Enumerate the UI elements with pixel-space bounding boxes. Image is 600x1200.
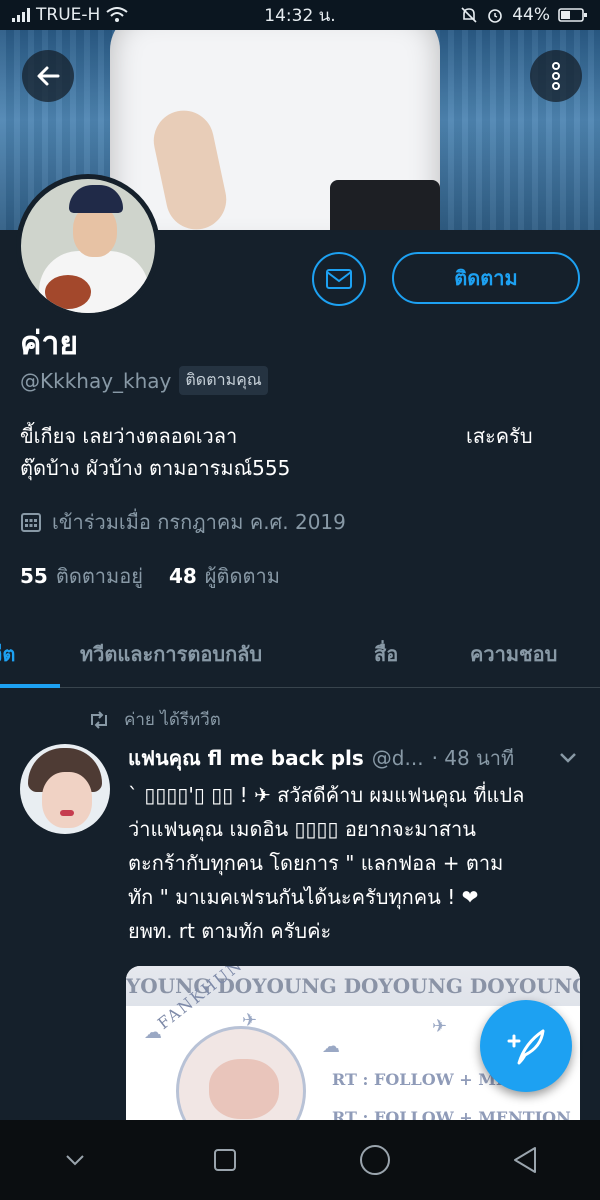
back-arrow-icon <box>37 66 60 86</box>
followers-count: 48 <box>168 564 197 588</box>
tab-likes[interactable]: ความชอบ <box>470 638 557 670</box>
bio-line-1: ขี้เกียจ เลยว่างตลอดเวลา <box>20 424 238 448</box>
nav-recents-icon <box>214 1149 236 1171</box>
tweet-text-line: ยพท. rt ตามทัก ครับค่ะ <box>128 919 332 943</box>
alarm-icon <box>488 9 503 23</box>
status-bar: TRUE-H 14:32 น. 44% <box>0 0 600 30</box>
tweet-time: · 48 นาที <box>431 746 515 770</box>
mail-icon <box>326 269 352 289</box>
tweet-author-handle: @d... <box>371 746 424 770</box>
back-button[interactable] <box>22 50 74 102</box>
battery-icon <box>558 8 587 22</box>
joined-date: เข้าร่วมเมื่อ กรกฎาคม ค.ศ. 2019 <box>20 506 346 538</box>
wifi-icon <box>106 7 128 22</box>
signal-icon <box>12 8 30 22</box>
message-button[interactable] <box>312 252 366 306</box>
more-options-button[interactable] <box>530 50 582 102</box>
profile-avatar[interactable] <box>16 174 160 318</box>
media-line-1: RT : FOLLOW + ME <box>332 1070 509 1089</box>
tab-media[interactable]: สื่อ <box>374 638 398 670</box>
nav-back-button[interactable] <box>495 1130 555 1190</box>
tweet-text-line: ทัก " มาเมคเฟรนกันได้นะครับทุกคน ! ❤ <box>128 885 479 909</box>
media-portrait <box>176 1026 306 1126</box>
tweet-author-avatar[interactable] <box>20 744 110 834</box>
mute-icon <box>461 7 477 23</box>
cloud-icon: ☁ <box>322 1036 340 1057</box>
profile-name: ค่าย <box>20 324 79 362</box>
tweet-header: แฟนคุณ fl me back pls @d... · 48 นาที <box>128 742 588 774</box>
tweet-text: ` ▯▯▯▯'▯ ▯▯ ! ✈ สวัสดีค้าบ ผมแฟนคุณ ที่แ… <box>128 778 578 948</box>
more-vertical-icon <box>552 62 560 90</box>
follows-you-badge: ติดตามคุณ <box>179 366 268 395</box>
tweet-text-line: ว่าแฟนคุณ เมดอิน ▯▯▯▯ อยากจะมาสาน <box>128 817 476 841</box>
active-tab-indicator <box>0 684 60 688</box>
profile-handle: @Kkkhay_khay <box>20 368 172 393</box>
following-count: 55 <box>20 564 48 588</box>
tab-tweets-replies[interactable]: ทวีตและการตอบกลับ <box>80 638 262 670</box>
chevron-down-icon[interactable] <box>558 751 578 765</box>
tab-tweets[interactable]: ทวีต <box>0 638 15 670</box>
follow-stats: 55 ติดตามอยู่ 48 ผู้ติดตาม <box>20 560 280 592</box>
compose-tweet-icon <box>507 1029 545 1065</box>
joined-text: เข้าร่วมเมื่อ กรกฎาคม ค.ศ. 2019 <box>52 510 346 534</box>
nav-recents-button[interactable] <box>195 1130 255 1190</box>
carrier-label: TRUE-H <box>36 5 101 25</box>
retweet-indicator: ค่าย ได้รีทวีต <box>88 706 221 733</box>
handle-row: @Kkkhay_khay ติดตามคุณ <box>20 366 268 395</box>
tweet-author-name[interactable]: แฟนคุณ fl me back pls <box>128 742 364 774</box>
followers-label: ผู้ติดตาม <box>204 564 280 588</box>
following-stat[interactable]: 55 ติดตามอยู่ <box>20 560 143 592</box>
nav-home-icon <box>360 1145 390 1175</box>
calendar-icon <box>21 513 41 532</box>
nav-home-button[interactable] <box>345 1130 405 1190</box>
battery-percent: 44% <box>512 5 550 25</box>
follow-button[interactable]: ติดตาม <box>392 252 580 304</box>
bio-line-1-right: เสะครับ <box>466 424 533 448</box>
retweet-icon <box>91 710 107 729</box>
tweet-text-line: ตะกร้ากับทุกคน โดยการ " แลกฟอล + ตาม <box>128 851 504 875</box>
bio-line-2: ตุ๊ดบ้าง ผัวบ้าง ตามอารมณ์555 <box>20 456 291 480</box>
system-navigation-bar <box>0 1120 600 1200</box>
chevron-down-icon <box>66 1155 84 1166</box>
nav-collapse-button[interactable] <box>45 1130 105 1190</box>
compose-tweet-button[interactable] <box>480 1000 572 1092</box>
plane-icon: ✈ <box>432 1016 448 1037</box>
followers-stat[interactable]: 48 ผู้ติดตาม <box>169 560 280 592</box>
profile-tabs: ทวีต ทวีตและการตอบกลับ สื่อ ความชอบ <box>0 612 600 688</box>
tweet-text-line: ` ▯▯▯▯'▯ ▯▯ ! ✈ สวัสดีค้าบ ผมแฟนคุณ ที่แ… <box>128 783 525 807</box>
retweet-label: ค่าย ได้รีทวีต <box>124 710 221 730</box>
following-label: ติดตามอยู่ <box>55 564 143 588</box>
nav-back-icon <box>514 1147 536 1173</box>
